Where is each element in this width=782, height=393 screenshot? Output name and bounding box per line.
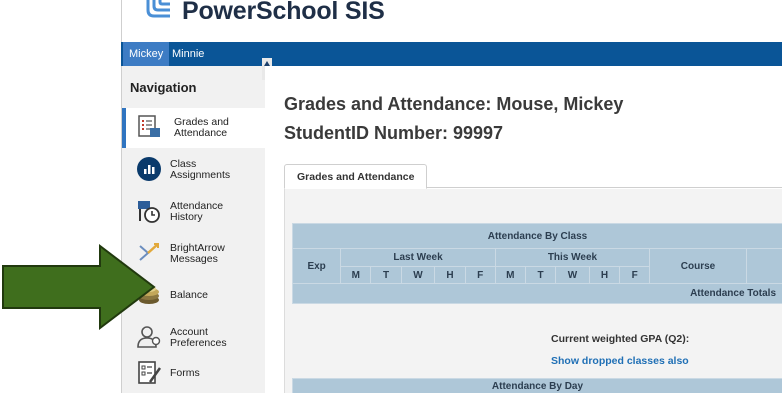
sidebar-item-label: Balance xyxy=(170,289,208,301)
student-tab-minnie[interactable]: Minnie xyxy=(166,42,210,66)
page-title: Grades and Attendance: Mouse, Mickey xyxy=(284,94,624,114)
day-header: W xyxy=(555,266,590,284)
show-dropped-classes-link[interactable]: Show dropped classes also xyxy=(551,355,689,367)
student-tab-mickey[interactable]: Mickey xyxy=(123,42,170,66)
forms-icon xyxy=(138,361,162,384)
sidebar-item-label: Messages xyxy=(170,253,218,265)
day-header: F xyxy=(619,266,651,284)
sidebar-item-attendance-history[interactable]: Attendance History xyxy=(122,192,266,232)
main-content: Grades and Attendance: Mouse, Mickey Stu… xyxy=(265,66,782,393)
column-this-week: This Week xyxy=(494,248,651,267)
student-id: StudentID Number: 99997 xyxy=(284,123,504,143)
day-header: H xyxy=(588,266,621,284)
sidebar-item-grades-attendance[interactable]: Grades and Attendance xyxy=(122,108,266,148)
grades-panel: Attendance By Class Exp Last Week This W… xyxy=(284,189,782,393)
sidebar-item-label: Preferences xyxy=(170,337,227,349)
app-title: PowerSchool SIS xyxy=(182,0,385,25)
table-title: Attendance By Class xyxy=(292,223,782,249)
gpa-label: Current weighted GPA (Q2): xyxy=(551,333,690,345)
column-exp: Exp xyxy=(291,248,342,284)
day-header: M xyxy=(340,266,372,284)
sidebar-navigation: Navigation Grades and Attendance Class A… xyxy=(121,66,266,393)
sidebar-item-label: Assignments xyxy=(170,169,231,181)
attendance-by-day-header: Attendance By Day xyxy=(292,378,782,393)
day-header: T xyxy=(370,266,402,284)
day-header: T xyxy=(524,266,557,284)
content-tabs: Grades and Attendance xyxy=(284,164,782,189)
column-last-week: Last Week xyxy=(340,248,496,267)
day-header: W xyxy=(400,266,436,284)
powerschool-logo-icon xyxy=(146,0,170,18)
sidebar-item-label: Forms xyxy=(170,367,200,379)
sidebar-item-class-assignments[interactable]: Class Assignments xyxy=(122,150,266,190)
grades-attendance-icon xyxy=(138,115,160,137)
attendance-history-icon xyxy=(138,201,160,223)
day-header: H xyxy=(434,266,466,284)
sidebar-item-label: History xyxy=(170,211,203,223)
day-header: F xyxy=(464,266,496,284)
tab-grades-attendance[interactable]: Grades and Attendance xyxy=(284,164,428,189)
attendance-totals: Attendance Totals xyxy=(292,283,782,304)
sidebar-item-forms[interactable]: Forms xyxy=(122,354,266,393)
class-assignments-icon xyxy=(137,157,161,181)
app-header: PowerSchool SIS xyxy=(121,0,782,42)
green-arrow-icon xyxy=(2,244,156,330)
attendance-by-class-table: Attendance By Class Exp Last Week This W… xyxy=(291,223,782,304)
student-tab-bar: Mickey Minnie xyxy=(121,42,782,66)
sidebar-item-label: Attendance xyxy=(174,127,228,139)
column-extra xyxy=(745,248,782,284)
navigation-title: Navigation xyxy=(130,80,197,95)
column-course: Course xyxy=(649,248,747,284)
day-header: M xyxy=(494,266,526,284)
